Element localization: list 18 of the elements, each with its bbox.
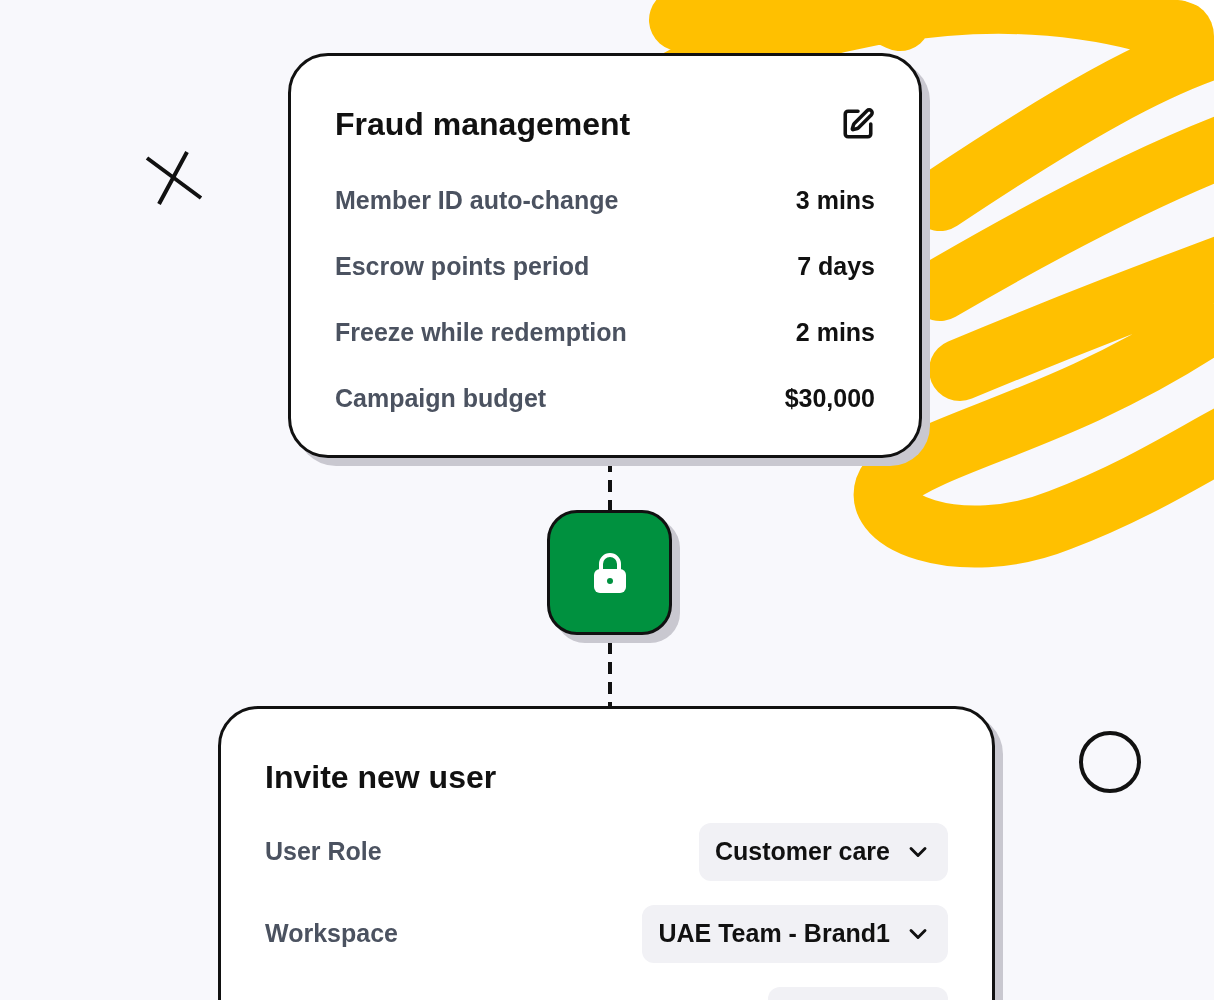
select-field[interactable]: UAE Team - Brand1 [642,905,948,963]
circle-icon [1078,730,1142,794]
setting-value: 2 mins [795,317,875,349]
select-field[interactable]: Customer care [698,823,948,881]
edit-icon[interactable] [841,107,875,141]
setting-value: 7 days [797,251,875,283]
field-label: User Role [265,836,382,868]
setting-value: 3 mins [795,185,875,217]
setting-label: Freeze while redemption [335,317,627,349]
setting-label: Escrow points period [335,251,590,283]
setting-label: Campaign budget [335,383,547,415]
field-label: Workspace [265,918,398,950]
lock-icon [591,551,628,594]
card-title: Invite new user [265,758,498,797]
setting-value: $30,000 [784,383,875,415]
card-title: Fraud management [335,105,631,144]
setting-label: Member ID auto-change [335,185,619,217]
cross-icon [145,150,203,206]
